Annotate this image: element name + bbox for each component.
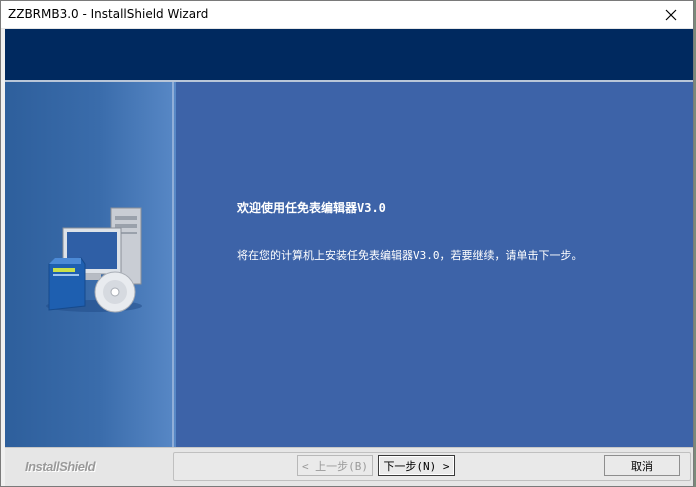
- welcome-title: 欢迎使用任免表编辑器V3.0: [237, 201, 386, 215]
- content-panel: [176, 82, 693, 447]
- next-button[interactable]: 下一步(N) >: [378, 455, 455, 476]
- window-title: ZZBRMB3.0 - InstallShield Wizard: [8, 7, 209, 21]
- cancel-button[interactable]: 取消: [604, 455, 680, 476]
- close-button[interactable]: [649, 1, 693, 28]
- title-bar[interactable]: ZZBRMB3.0 - InstallShield Wizard: [1, 1, 693, 29]
- back-button[interactable]: < 上一步(B): [297, 455, 373, 476]
- header-banner: [5, 29, 693, 82]
- installshield-logo: InstallShield: [25, 459, 96, 474]
- computer-install-icon: [46, 207, 142, 313]
- panel-divider: [172, 82, 174, 447]
- welcome-message: 将在您的计算机上安装任免表编辑器V3.0，若要继续，请单击下一步。: [237, 249, 583, 262]
- installer-window: ZZBRMB3.0 - InstallShield Wizard 欢迎使用任免表…: [0, 0, 694, 487]
- close-icon: [665, 9, 677, 20]
